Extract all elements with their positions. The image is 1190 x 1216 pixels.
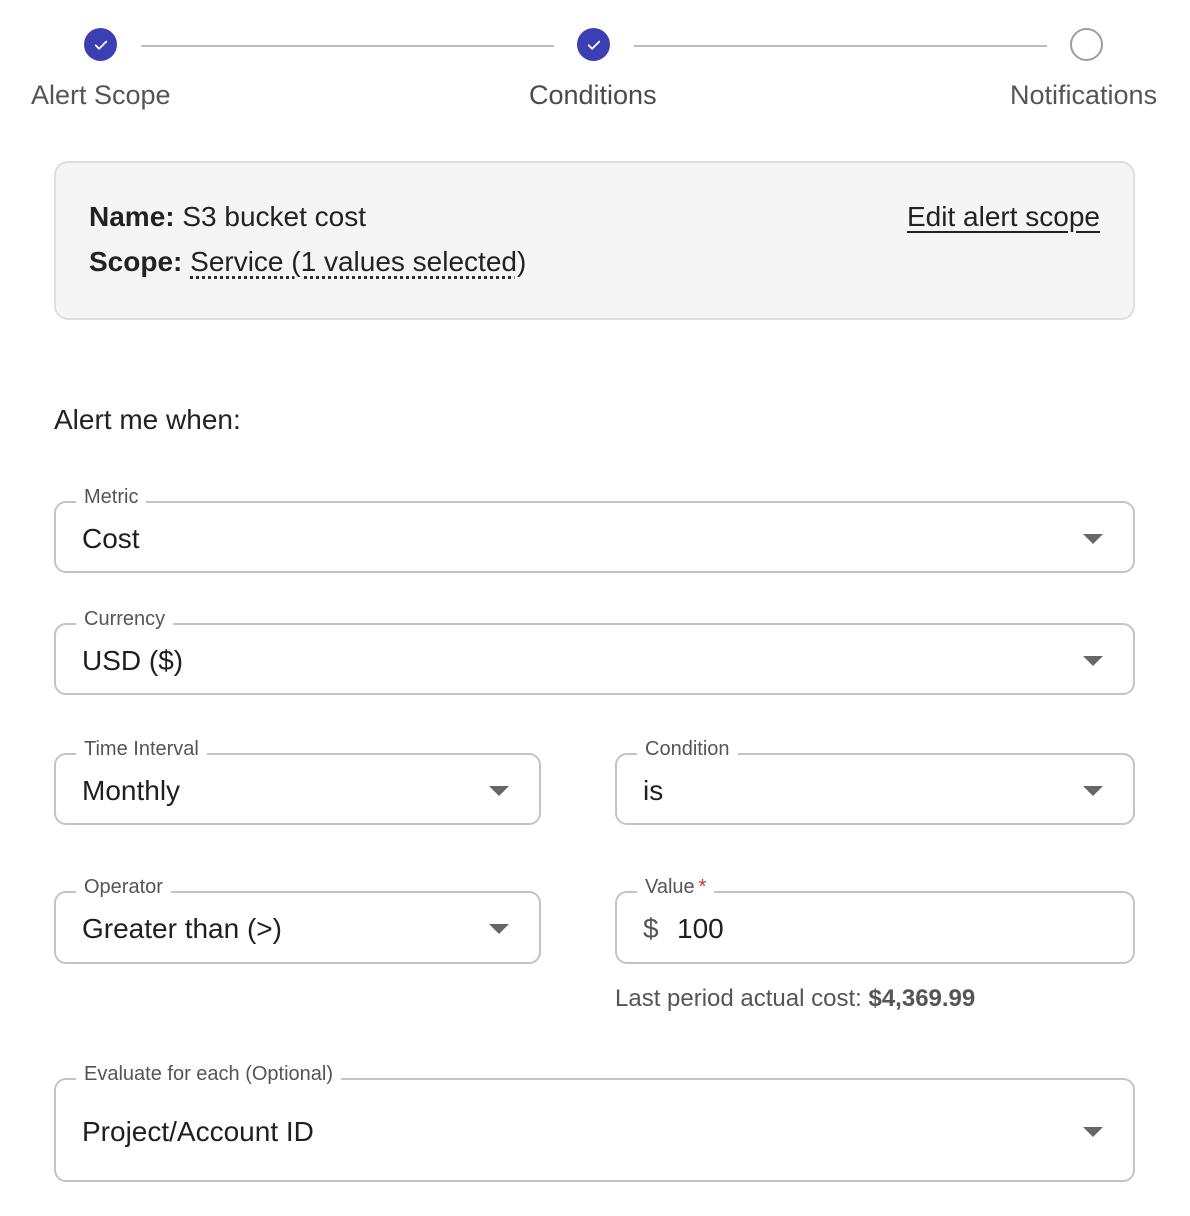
- section-title: Alert me when:: [54, 404, 241, 435]
- evaluate-for-each-select[interactable]: Evaluate for each (Optional) Project/Acc…: [54, 1063, 1135, 1182]
- step-label-alert-scope[interactable]: Alert Scope: [31, 80, 171, 111]
- currency-select[interactable]: Currency USD ($): [54, 608, 1135, 695]
- operator-value: Greater than (>): [82, 913, 282, 944]
- required-marker: *: [698, 876, 707, 898]
- chevron-down-icon: [1083, 656, 1103, 666]
- currency-value: USD ($): [82, 645, 184, 676]
- metric-value: Cost: [82, 523, 140, 554]
- operator-label: Operator: [76, 876, 171, 899]
- last-period-cost-amount: $4,369.99: [868, 985, 976, 1012]
- name-label: Name:: [89, 201, 175, 232]
- value-field-text[interactable]: 100: [677, 913, 724, 945]
- operator-select[interactable]: Operator Greater than (>): [54, 876, 541, 964]
- step-3-circle-icon[interactable]: [1070, 28, 1103, 61]
- time-interval-select[interactable]: Time Interval Monthly: [54, 738, 541, 825]
- chevron-down-icon: [1083, 786, 1103, 796]
- scope-scope-row: Scope: Service (1 values selected): [89, 246, 526, 278]
- step-connector: [141, 45, 554, 47]
- scope-values-link[interactable]: Service (1 values selected): [190, 246, 526, 277]
- value-label: Value *: [637, 876, 715, 899]
- chevron-down-icon: [489, 924, 509, 934]
- step-label-conditions[interactable]: Conditions: [529, 80, 657, 111]
- evaluate-label: Evaluate for each (Optional): [76, 1063, 342, 1086]
- chevron-down-icon: [1083, 534, 1103, 544]
- step-1-check-icon[interactable]: [84, 28, 117, 61]
- condition-value: is: [643, 775, 664, 806]
- metric-label: Metric: [76, 486, 147, 509]
- evaluate-value: Project/Account ID: [82, 1116, 314, 1147]
- time-interval-value: Monthly: [82, 775, 181, 806]
- helper-text: Last period actual cost:: [615, 985, 862, 1012]
- chevron-down-icon: [489, 786, 509, 796]
- alert-name: S3 bucket cost: [182, 201, 367, 232]
- chevron-down-icon: [1083, 1127, 1103, 1137]
- step-2-check-icon[interactable]: [577, 28, 610, 61]
- step-label-notifications[interactable]: Notifications: [1010, 80, 1157, 111]
- currency-prefix: $: [643, 913, 659, 944]
- condition-label: Condition: [637, 738, 738, 761]
- time-interval-label: Time Interval: [76, 738, 207, 761]
- value-label-text: Value: [645, 876, 695, 898]
- metric-select[interactable]: Metric Cost: [54, 486, 1135, 573]
- scope-name-row: Name: S3 bucket cost: [89, 201, 366, 233]
- currency-label: Currency: [76, 608, 174, 631]
- last-period-cost-helper: Last period actual cost: $4,369.99: [615, 985, 975, 1013]
- step-connector: [634, 45, 1047, 47]
- scope-summary-card: Name: S3 bucket cost Scope: Service (1 v…: [54, 161, 1135, 320]
- scope-label: Scope:: [89, 246, 183, 277]
- stepper: Alert Scope Conditions Notifications: [0, 0, 1190, 130]
- condition-select[interactable]: Condition is: [615, 738, 1135, 825]
- value-input[interactable]: Value * $ 100: [615, 876, 1135, 964]
- edit-alert-scope-link[interactable]: Edit alert scope: [907, 201, 1100, 233]
